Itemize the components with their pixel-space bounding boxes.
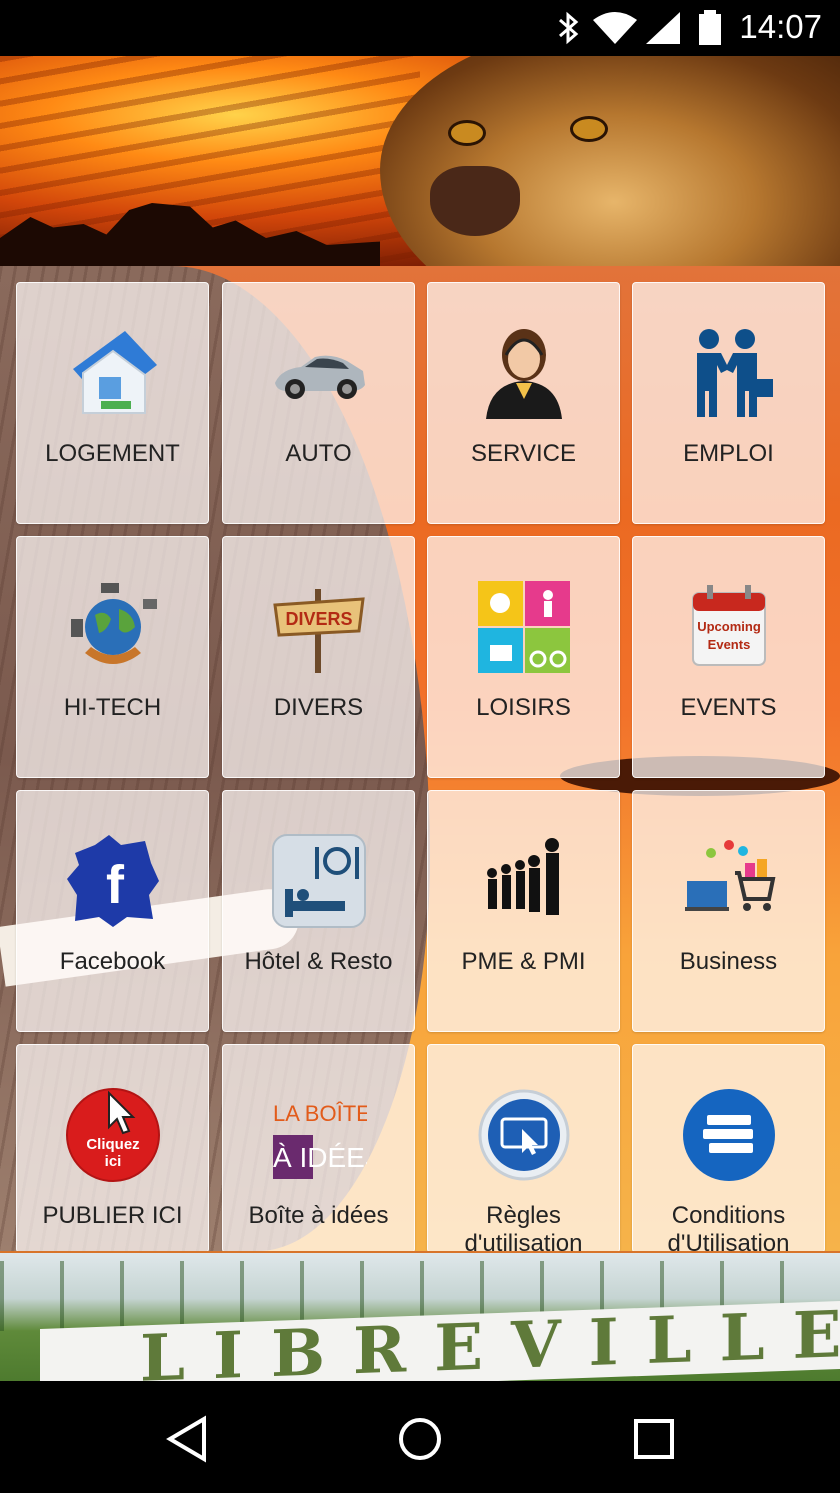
battery-icon [698,10,722,51]
tile-label: LOGEMENT [45,440,180,467]
lion-image [380,56,840,266]
tile-label: Business [679,948,778,975]
svg-text:ici: ici [104,1153,121,1170]
calendar-icon: Upcoming Events [681,579,777,675]
footer-banner-image: LIBREVILLE [0,1251,840,1383]
tile-facebook[interactable]: f Facebook [16,790,209,1032]
tile-label: HI-TECH [63,694,162,721]
click-here-icon: Cliquez ici [65,1087,161,1183]
handshake-icon [681,325,777,421]
tile-hi-tech[interactable]: HI-TECH [16,536,209,778]
divers-sign-icon: DIVERS [271,579,367,675]
globe-devices-icon [65,579,161,675]
tile-label: Boîte à idées [248,1202,389,1229]
status-time: 14:07 [739,8,822,45]
header-banner-image [0,56,840,266]
tile-label: PUBLIER ICI [42,1202,183,1229]
recents-icon[interactable] [626,1411,682,1467]
svg-text:Upcoming: Upcoming [697,619,761,634]
tile-conditions-utilisation[interactable]: Conditions d'Utilisation [632,1044,825,1251]
svg-text:Events: Events [707,637,750,652]
tile-label: EVENTS [680,694,777,721]
tile-label: PME & PMI [461,948,586,975]
tile-label: AUTO [285,440,352,467]
bluetooth-icon [556,10,580,51]
svg-text:Cliquez: Cliquez [86,1136,139,1153]
tablet-touch-icon [476,1087,572,1183]
idea-box-icon: LA BOÎTE À IDÉES [271,1087,383,1183]
tile-auto[interactable]: AUTO [222,282,415,524]
idea-box-text-2: À IDÉES [273,1142,367,1173]
ecommerce-icon [681,833,777,929]
tile-divers[interactable]: DIVERS DIVERS [222,536,415,778]
tile-boite-a-idees[interactable]: LA BOÎTE À IDÉES Boîte à idées [222,1044,415,1251]
tile-label: SERVICE [471,440,576,467]
tile-regles-utilisation[interactable]: Règles d'utilisation [427,1044,620,1251]
tile-loisirs[interactable]: LOISIRS [427,536,620,778]
car-icon [271,325,367,421]
tile-logement[interactable]: LOGEMENT [16,282,209,524]
house-icon [65,325,161,421]
back-icon[interactable] [160,1411,216,1467]
books-icon [681,1087,777,1183]
tile-business[interactable]: Business [632,790,825,1032]
tile-label: Conditions d'Utilisation [667,1202,790,1251]
tile-label: LOISIRS [476,694,571,721]
tile-label: Règles d'utilisation [464,1202,583,1251]
main-background: LOGEMENT AUTO SERVICE EMPLOI HI-TECH DIV… [0,266,840,1251]
hotel-restaurant-icon [271,833,367,929]
divers-sign-text: DIVERS [285,609,352,629]
tile-label: EMPLOI [683,440,774,467]
signal-icon [644,10,682,51]
facebook-icon: f [65,833,161,929]
status-bar: 14:07 [0,0,840,56]
tile-pme-pmi[interactable]: PME & PMI [427,790,620,1032]
tile-service[interactable]: SERVICE [427,282,620,524]
svg-text:f: f [106,855,125,915]
tile-hotel-resto[interactable]: Hôtel & Resto [222,790,415,1032]
customer-service-icon [476,325,572,421]
tile-label: DIVERS [273,694,364,721]
home-icon[interactable] [392,1411,448,1467]
idea-box-text-1: LA BOÎTE [273,1101,367,1126]
leisure-icon [476,579,572,675]
tile-emploi[interactable]: EMPLOI [632,282,825,524]
tile-publier-ici[interactable]: Cliquez ici PUBLIER ICI [16,1044,209,1251]
navigation-bar [0,1381,840,1493]
tile-events[interactable]: Upcoming Events EVENTS [632,536,825,778]
tile-label: Hôtel & Resto [244,948,393,975]
wifi-icon [592,10,638,51]
tile-label: Facebook [59,948,166,975]
business-people-icon [476,833,572,929]
